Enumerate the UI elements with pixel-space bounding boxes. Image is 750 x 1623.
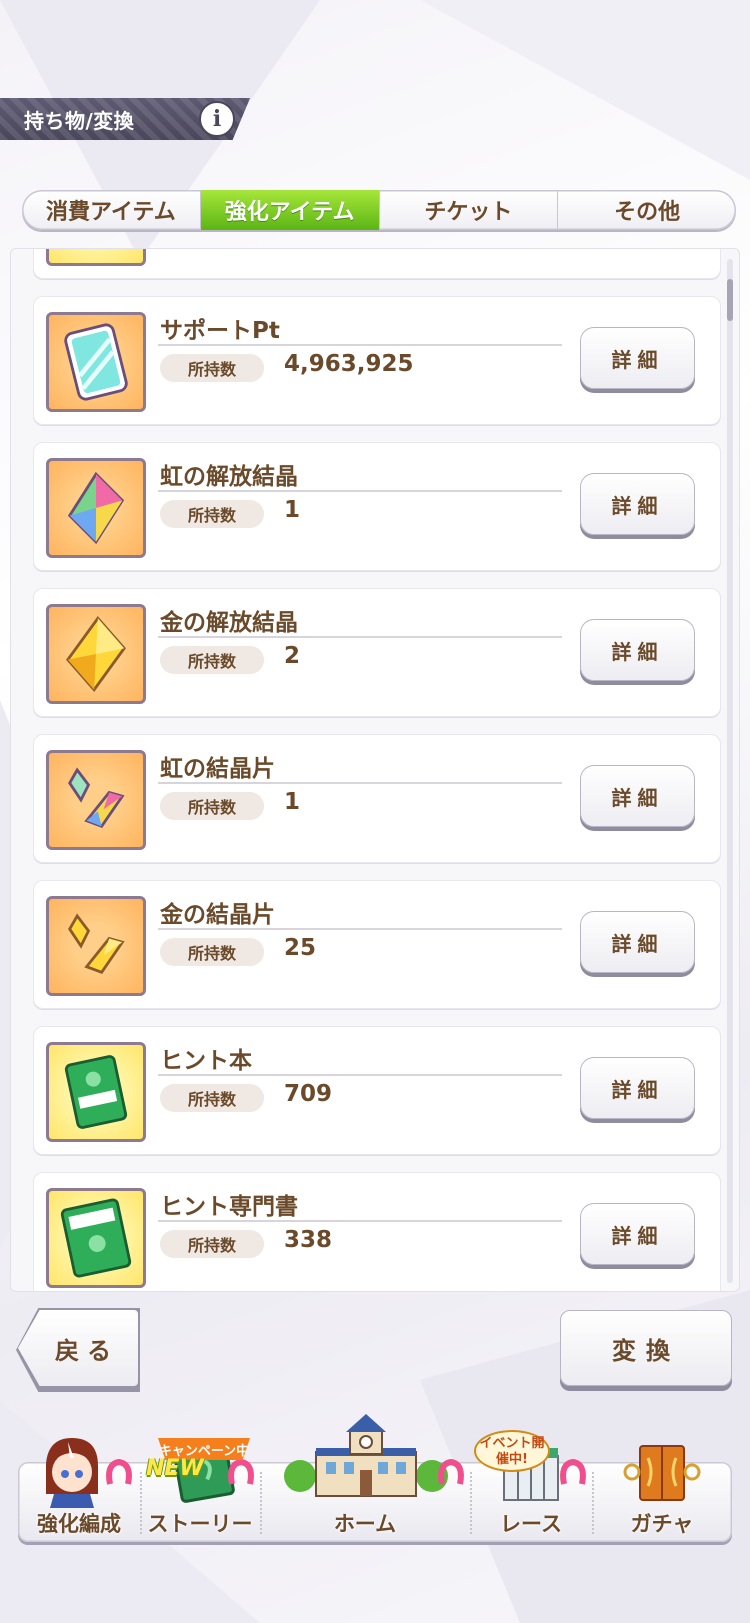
home-building-icon — [284, 1414, 448, 1497]
divider — [158, 1074, 562, 1076]
divider — [158, 928, 562, 930]
nav-gacha[interactable]: ガチャ — [592, 1445, 732, 1542]
new-badge: NEW — [146, 1456, 204, 1481]
page-title: 持ち物/変換 — [24, 109, 135, 133]
horseshoe-badge-icon — [106, 1458, 132, 1485]
list-item: ヒント本 所持数 709 詳細 — [33, 1026, 721, 1155]
divider — [158, 344, 562, 346]
horseshoe-badge-icon — [438, 1458, 464, 1485]
item-count: 1 — [284, 497, 301, 523]
detail-button[interactable]: 詳細 — [580, 911, 695, 973]
nav-enhance-team[interactable]: 強化編成 — [18, 1438, 140, 1542]
list-item: ヒント専門書 所持数 338 詳細 — [33, 1172, 721, 1291]
gold-crystal-icon — [46, 604, 146, 704]
support-pt-card-icon — [46, 312, 146, 412]
item-name: ヒント専門書 — [160, 1194, 298, 1220]
owned-label: 所持数 — [160, 354, 264, 382]
item-name: 金の解放結晶 — [160, 610, 298, 636]
rainbow-shard-icon — [46, 750, 146, 850]
list-item: 虹の結晶片 所持数 1 詳細 — [33, 734, 721, 863]
item-list: 所持数 584 詳細 サポートPt 所持数 4,963,925 詳細 虹の解放結… — [33, 249, 721, 1291]
gold-shard-icon — [46, 896, 146, 996]
detail-button[interactable]: 詳細 — [580, 473, 695, 535]
tab-consumables[interactable]: 消費アイテム — [22, 190, 201, 230]
scrollbar-thumb[interactable] — [727, 279, 733, 321]
list-item: 虹の解放結晶 所持数 1 詳細 — [33, 442, 721, 571]
item-count: 25 — [284, 935, 317, 961]
owned-label: 所持数 — [160, 938, 264, 966]
nav-label: ストーリー — [147, 1512, 253, 1536]
divider — [158, 636, 562, 638]
owned-label: 所持数 — [160, 500, 264, 528]
list-item: サポートPt 所持数 4,963,925 詳細 — [33, 296, 721, 425]
detail-button[interactable]: 詳細 — [580, 765, 695, 827]
bottom-nav: 強化編成 ストーリー ホーム レース ガチャ — [18, 1414, 732, 1542]
shoes-icon — [46, 249, 146, 266]
item-count: 338 — [284, 1227, 333, 1253]
owned-label: 所持数 — [160, 1230, 264, 1258]
nav-home[interactable]: ホーム — [260, 1414, 470, 1542]
category-tabs: 消費アイテム 強化アイテム チケット その他 — [22, 190, 736, 230]
hint-special-book-icon — [46, 1188, 146, 1288]
detail-button[interactable]: 詳細 — [580, 619, 695, 681]
detail-button[interactable]: 詳細 — [580, 1203, 695, 1265]
item-name: 虹の結晶片 — [160, 756, 275, 782]
character-avatar — [46, 1438, 98, 1508]
scrollbar-track[interactable] — [727, 259, 733, 1283]
item-count: 2 — [284, 643, 301, 669]
horseshoe-badge-icon — [228, 1458, 254, 1485]
item-count: 4,963,925 — [284, 351, 414, 377]
horseshoe-badge-icon — [560, 1458, 586, 1485]
tab-others[interactable]: その他 — [558, 190, 736, 230]
nav-race[interactable]: レース — [470, 1448, 592, 1542]
detail-button[interactable]: 詳細 — [580, 327, 695, 389]
item-name: 金の結晶片 — [160, 902, 275, 928]
tab-enhancement[interactable]: 強化アイテム — [200, 190, 380, 230]
back-button[interactable]: 戻る — [18, 1310, 138, 1386]
info-button[interactable]: i — [199, 101, 235, 137]
nav-label: 強化編成 — [37, 1512, 121, 1536]
item-count: 709 — [284, 1081, 333, 1107]
divider — [158, 782, 562, 784]
gacha-door-icon — [623, 1445, 701, 1501]
rainbow-crystal-icon — [46, 458, 146, 558]
hint-book-icon — [46, 1042, 146, 1142]
item-name: サポートPt — [160, 318, 280, 344]
list-item: 金の解放結晶 所持数 2 詳細 — [33, 588, 721, 717]
list-item: 金の結晶片 所持数 25 詳細 — [33, 880, 721, 1009]
item-count: 1 — [284, 789, 301, 815]
convert-button[interactable]: 変換 — [560, 1310, 732, 1386]
owned-label: 所持数 — [160, 646, 264, 674]
owned-label: 所持数 — [160, 792, 264, 820]
item-name: ヒント本 — [160, 1048, 252, 1074]
nav-label: レース — [500, 1512, 562, 1536]
list-item: 所持数 584 詳細 — [33, 249, 721, 279]
item-name: 虹の解放結晶 — [160, 464, 298, 490]
item-list-scroll[interactable]: 所持数 584 詳細 サポートPt 所持数 4,963,925 詳細 虹の解放結… — [11, 249, 723, 1291]
owned-label: 所持数 — [160, 1084, 264, 1112]
divider — [158, 1220, 562, 1222]
divider — [158, 490, 562, 492]
detail-button[interactable]: 詳細 — [580, 1057, 695, 1119]
nav-label: ガチャ — [630, 1512, 694, 1536]
item-list-panel: 所持数 584 詳細 サポートPt 所持数 4,963,925 詳細 虹の解放結… — [10, 248, 740, 1292]
tab-tickets[interactable]: チケット — [380, 190, 559, 230]
nav-label: ホーム — [333, 1512, 397, 1536]
event-badge: イベント開催中! — [474, 1430, 550, 1472]
